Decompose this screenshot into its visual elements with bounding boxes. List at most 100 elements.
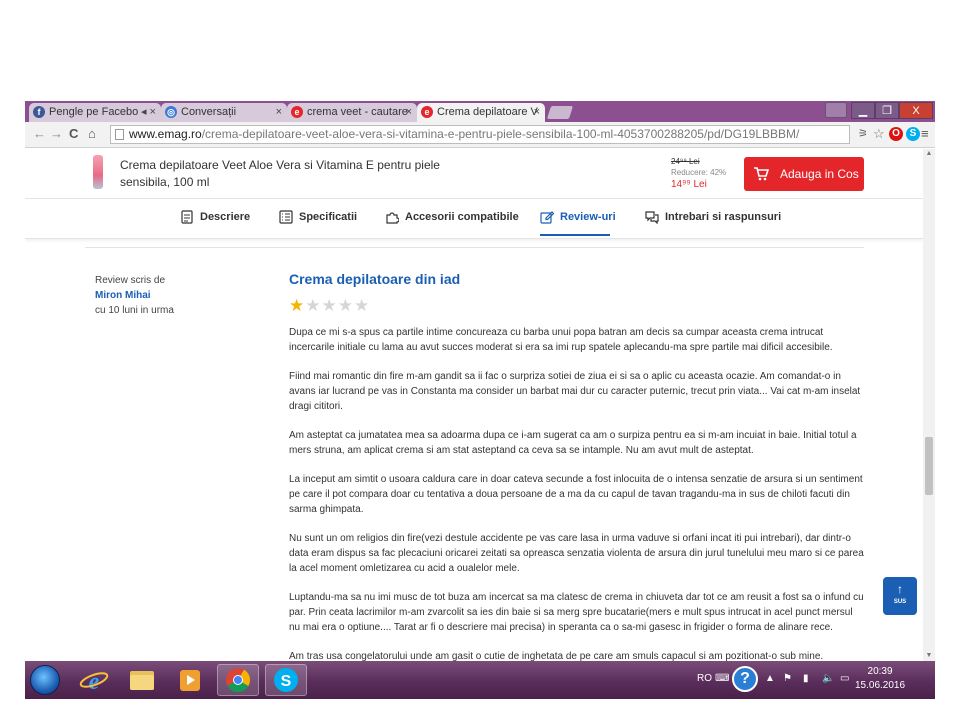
close-tab-icon[interactable]: × — [406, 103, 412, 122]
screenshot: f Pengle pe Facebo ◂ × ◎ Conversații × e… — [25, 101, 935, 699]
review-author-block: Review scris de Miron Mihai cu 10 luni i… — [95, 273, 174, 318]
forward-icon[interactable]: → — [50, 126, 63, 142]
bookmark-star-icon[interactable]: ☆ — [873, 126, 885, 142]
review-paragraph: Fiind mai romantic din fire m-am gandit … — [289, 371, 861, 412]
close-tab-icon[interactable]: ◂ × — [141, 103, 156, 122]
tab-label: Intrebari si raspunsuri — [665, 211, 782, 223]
author-link[interactable]: Miron Mihai — [95, 288, 174, 303]
list-icon — [279, 210, 293, 224]
arrow-up-icon: ↑ — [897, 582, 903, 596]
edit-icon — [540, 211, 554, 224]
review-paragraph: Luptandu-ma sa nu imi musc de tot buza a… — [289, 592, 864, 633]
start-button[interactable] — [30, 665, 60, 695]
scroll-down-icon[interactable]: ▼ — [923, 651, 935, 661]
discount-label: Reducere: 42% — [671, 168, 727, 177]
tab-label: Crema depilatoare V — [437, 106, 538, 118]
review-paragraph: Am asteptat ca jumatatea mea sa adoarma … — [289, 430, 857, 456]
product-header: Crema depilatoare Veet Aloe Vera si Vita… — [25, 149, 923, 199]
language-indicator[interactable]: RO — [697, 673, 712, 684]
tab-search[interactable]: e crema veet - cautare × — [287, 103, 417, 122]
scroll-thumb[interactable] — [925, 437, 933, 495]
tab-facebook[interactable]: f Pengle pe Facebo ◂ × — [29, 103, 161, 122]
taskbar-media-player[interactable] — [169, 664, 211, 696]
chrome-icon — [226, 668, 250, 693]
windows-taskbar: e S RO ⌨ ? ▲ ⚑ ▮ 🔈 ▭ 20:39 15.06.2016 — [25, 661, 935, 699]
emag-icon: e — [291, 106, 303, 118]
minimize-button[interactable]: ▁ — [851, 102, 875, 119]
star-icon-empty: ★ — [337, 296, 354, 315]
page-scrollbar[interactable]: ▲ ▼ — [923, 149, 935, 661]
show-hidden-icons-icon[interactable]: ▲ — [765, 673, 775, 684]
tab-product[interactable]: e Crema depilatoare V × — [417, 103, 545, 122]
taskbar-explorer[interactable] — [121, 664, 163, 696]
translate-icon[interactable]: ⚞ — [858, 126, 868, 142]
divider — [85, 247, 864, 248]
close-tab-icon[interactable]: × — [276, 103, 282, 122]
tab-conversatii[interactable]: ◎ Conversații × — [161, 103, 287, 122]
tab-review-uri[interactable]: Review-uri — [540, 210, 616, 224]
add-to-cart-button[interactable]: Adauga in Cos — [744, 157, 864, 191]
tab-specificatii[interactable]: Specificatii — [279, 210, 357, 224]
power-icon[interactable]: ▮ — [803, 673, 809, 684]
reload-icon[interactable]: C — [69, 126, 78, 142]
tab-descriere[interactable]: Descriere — [180, 210, 250, 224]
address-bar: ← → C ⌂ www.emag.ro/crema-depilatoare-ve… — [25, 122, 935, 148]
browser-tab-strip: f Pengle pe Facebo ◂ × ◎ Conversații × e… — [25, 101, 935, 122]
taskbar-ie[interactable]: e — [73, 664, 115, 696]
written-by-label: Review scris de — [95, 275, 166, 286]
document-icon — [181, 210, 193, 224]
back-icon[interactable]: ← — [33, 126, 46, 142]
tab-label: Accesorii compatibile — [405, 211, 519, 223]
skype-extension-icon[interactable]: S — [906, 127, 920, 141]
help-icon[interactable]: ? — [732, 666, 758, 692]
facebook-icon: f — [33, 106, 45, 118]
new-tab-button[interactable] — [546, 106, 574, 119]
review-paragraph: La inceput am simtit o usoara caldura ca… — [289, 474, 863, 515]
product-thumbnail[interactable] — [93, 155, 103, 189]
volume-icon[interactable]: 🔈 — [822, 673, 834, 684]
taskbar-chrome[interactable] — [217, 664, 259, 696]
review-title: Crema depilatoare din iad — [289, 271, 461, 287]
star-icon-empty: ★ — [305, 296, 322, 315]
star-icon-empty: ★ — [321, 296, 338, 315]
tab-label: Specificatii — [299, 211, 358, 223]
review-body: Dupa ce mi s-a spus ca partile intime co… — [289, 325, 864, 678]
emag-icon: e — [421, 106, 433, 118]
internet-explorer-icon: e — [79, 669, 109, 695]
back-to-top-label: SUS — [893, 599, 907, 605]
url-path: /crema-depilatoare-veet-aloe-vera-si-vit… — [201, 127, 800, 141]
cart-icon — [754, 167, 769, 181]
url-input[interactable]: www.emag.ro/crema-depilatoare-veet-aloe-… — [110, 125, 850, 144]
chat-bubbles-icon — [645, 211, 659, 225]
scroll-up-icon[interactable]: ▲ — [923, 149, 935, 159]
taskbar-skype[interactable]: S — [265, 664, 307, 696]
tab-label: crema veet - cautare — [307, 106, 408, 118]
close-window-button[interactable]: X — [899, 102, 933, 119]
chat-icon: ◎ — [165, 106, 177, 118]
puzzle-icon — [386, 212, 399, 224]
opera-extension-icon[interactable]: O — [889, 127, 903, 141]
profile-icon[interactable] — [825, 102, 847, 118]
network-icon[interactable]: ▭ — [840, 673, 849, 684]
home-icon[interactable]: ⌂ — [88, 126, 96, 142]
tab-label: Conversații — [181, 106, 237, 118]
folder-icon — [130, 671, 154, 690]
menu-icon[interactable]: ≡ — [921, 126, 929, 142]
tab-label: Pengle pe Facebo — [49, 106, 139, 118]
close-tab-icon[interactable]: × — [534, 103, 540, 122]
maximize-button[interactable]: ❐ — [875, 102, 899, 119]
clock-date: 15.06.2016 — [855, 680, 906, 691]
keyboard-icon[interactable]: ⌨ — [715, 673, 729, 684]
review-age: cu 10 luni in urma — [95, 305, 174, 316]
star-icon-empty: ★ — [354, 296, 371, 315]
action-center-icon[interactable]: ⚑ — [783, 673, 792, 684]
media-player-icon — [180, 670, 200, 691]
active-tab-indicator — [540, 234, 610, 236]
review-paragraph: Nu sunt un om religios din fire(vezi des… — [289, 533, 864, 574]
tab-accesorii[interactable]: Accesorii compatibile — [385, 210, 519, 224]
review-paragraph: Dupa ce mi s-a spus ca partile intime co… — [289, 327, 833, 353]
system-clock[interactable]: 20:39 15.06.2016 — [855, 665, 905, 693]
skype-icon: S — [274, 668, 298, 692]
back-to-top-button[interactable]: ↑ SUS — [883, 577, 917, 615]
tab-intrebari[interactable]: Intrebari si raspunsuri — [645, 210, 782, 225]
